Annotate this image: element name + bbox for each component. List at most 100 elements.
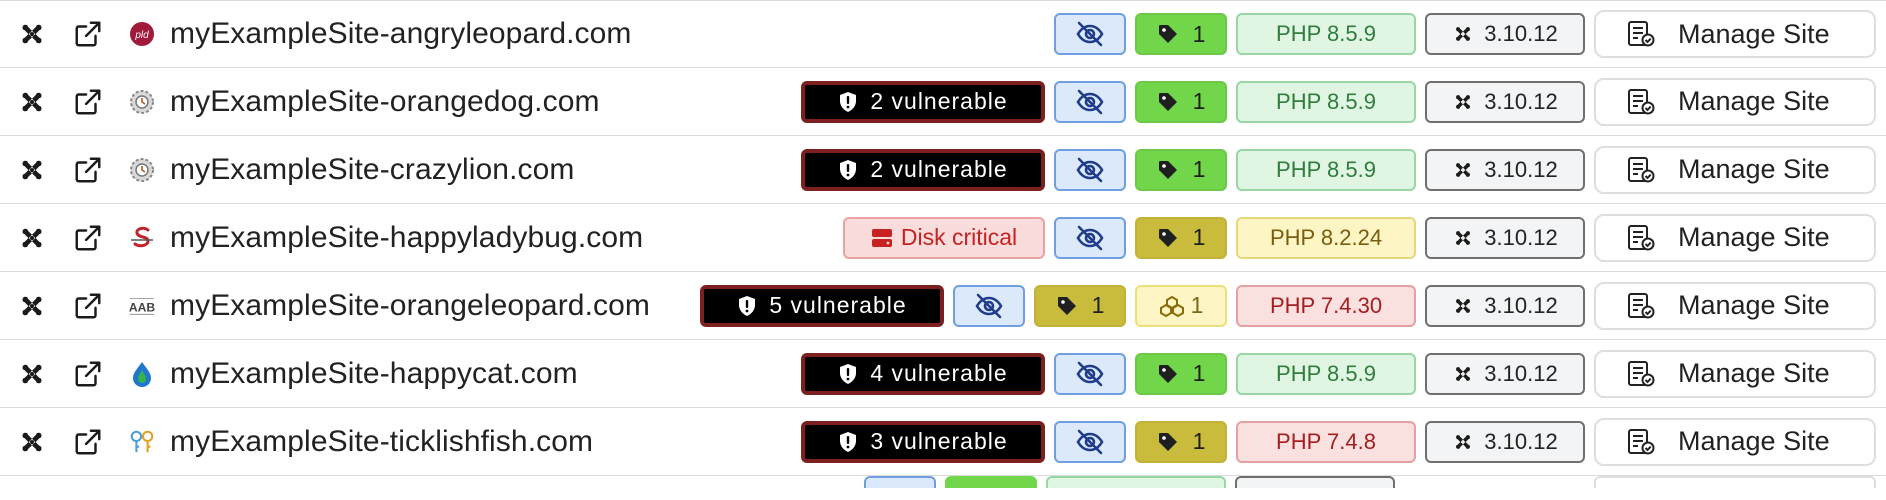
visibility-toggle[interactable]: [953, 284, 1025, 327]
manage-document-icon: [1626, 359, 1678, 389]
joomla-version-badge[interactable]: 3.10.12: [1425, 352, 1585, 395]
external-link-icon[interactable]: [72, 86, 104, 118]
eye-slash-icon: [1075, 157, 1105, 183]
visibility-toggle[interactable]: [1054, 80, 1126, 123]
manage-site-button-partial: [1594, 476, 1876, 488]
visibility-toggle[interactable]: [1054, 420, 1126, 463]
vulnerability-label: 5 vulnerable: [769, 292, 907, 318]
manage-site-button[interactable]: Manage Site: [1594, 349, 1876, 398]
joomla-version-badge[interactable]: 3.10.12: [1425, 13, 1585, 55]
manage-document-icon: [1626, 291, 1678, 321]
joomla-icon[interactable]: [16, 426, 48, 458]
manage-document-icon: [1626, 19, 1678, 49]
joomla-icon[interactable]: [16, 18, 48, 50]
site-badges: 1 PHP 8.5.9 3.10.12 Manage Site: [1045, 1, 1876, 67]
eye-slash-icon: [974, 293, 1004, 319]
php-version-badge[interactable]: PHP 8.5.9: [1236, 148, 1416, 191]
manage-site-button[interactable]: Manage Site: [1594, 281, 1876, 330]
external-link-icon[interactable]: [72, 154, 104, 186]
visibility-toggle[interactable]: [1054, 216, 1126, 259]
manage-site-button[interactable]: Manage Site: [1594, 145, 1876, 194]
tag-badge[interactable]: 1: [1135, 420, 1227, 463]
site-info: pld myExampleSite-angryleopard.com: [16, 1, 632, 67]
red-s-logo-icon: [128, 224, 156, 252]
joomla-version-label: 3.10.12: [1484, 88, 1558, 114]
site-name[interactable]: myExampleSite-happycat.com: [170, 357, 578, 391]
tag-badge[interactable]: 1: [1034, 284, 1126, 327]
site-info: myExampleSite-ticklishfish.com: [16, 408, 593, 475]
manage-site-label: Manage Site: [1678, 358, 1830, 388]
joomla-icon: [1452, 159, 1484, 181]
joomla-icon[interactable]: [16, 290, 48, 322]
shield-alert-icon: [838, 159, 870, 181]
eye-slash-icon: [1075, 89, 1105, 115]
php-version-badge[interactable]: PHP 8.5.9: [1236, 352, 1416, 395]
external-link-icon[interactable]: [72, 222, 104, 254]
visibility-toggle[interactable]: [1054, 148, 1126, 191]
php-version-badge[interactable]: PHP 7.4.8: [1236, 420, 1416, 463]
joomla-version-badge[interactable]: 3.10.12: [1425, 80, 1585, 123]
php-version-badge[interactable]: PHP 7.4.30: [1236, 284, 1416, 327]
vulnerability-badge[interactable]: 4 vulnerable: [801, 352, 1045, 395]
visibility-toggle[interactable]: [1054, 352, 1126, 395]
joomla-icon[interactable]: [16, 86, 48, 118]
joomla-version-label: 3.10.12: [1484, 224, 1558, 250]
external-link-icon[interactable]: [72, 426, 104, 458]
vulnerability-badge[interactable]: 3 vulnerable: [801, 420, 1045, 463]
joomla-version-badge[interactable]: 3.10.12: [1425, 284, 1585, 327]
disk-status-label: Disk critical: [900, 224, 1018, 250]
tag-icon: [1157, 363, 1193, 385]
joomla-icon: [1452, 363, 1484, 385]
manage-site-button[interactable]: Manage Site: [1594, 417, 1876, 466]
disk-status-badge[interactable]: Disk critical: [843, 216, 1045, 259]
joomla-version-badge-partial: [1235, 476, 1395, 488]
site-name[interactable]: myExampleSite-ticklishfish.com: [170, 425, 593, 459]
tag-count: 1: [1192, 428, 1206, 454]
site-name[interactable]: myExampleSite-orangedog.com: [170, 85, 600, 119]
site-row-partial: [0, 476, 1886, 496]
manage-site-button[interactable]: Manage Site: [1594, 77, 1876, 126]
visibility-toggle[interactable]: [1054, 13, 1126, 55]
extensions-badge[interactable]: 1: [1135, 284, 1227, 327]
site-name[interactable]: myExampleSite-crazylion.com: [170, 153, 574, 187]
joomla-version-badge[interactable]: 3.10.12: [1425, 420, 1585, 463]
joomla-version-label: 3.10.12: [1484, 292, 1558, 318]
joomla-version-badge[interactable]: 3.10.12: [1425, 148, 1585, 191]
site-name[interactable]: myExampleSite-happyladybug.com: [170, 221, 643, 255]
external-link-icon[interactable]: [72, 18, 104, 50]
joomla-icon[interactable]: [16, 154, 48, 186]
site-name[interactable]: myExampleSite-angryleopard.com: [170, 17, 632, 51]
extensions-count: 1: [1190, 292, 1204, 318]
manage-site-button[interactable]: Manage Site: [1594, 213, 1876, 262]
site-name[interactable]: myExampleSite-orangeleopard.com: [170, 289, 650, 323]
tag-badge[interactable]: 1: [1135, 148, 1227, 191]
php-version-badge[interactable]: PHP 8.5.9: [1236, 80, 1416, 123]
external-link-icon[interactable]: [72, 290, 104, 322]
manage-site-button[interactable]: Manage Site: [1594, 10, 1876, 58]
joomla-version-badge[interactable]: 3.10.12: [1425, 216, 1585, 259]
joomla-icon[interactable]: [16, 358, 48, 390]
site-badges: 5 vulnerable 1 1 PHP 7.4.30 3.10.12 Manage Si…: [691, 272, 1876, 339]
site-badges: 2 vulnerable 1 PHP 8.5.9 3.10.12 Manage Site: [792, 136, 1876, 203]
vulnerability-badge[interactable]: 2 vulnerable: [801, 148, 1045, 191]
vulnerability-badge[interactable]: 2 vulnerable: [801, 80, 1045, 123]
svg-text:AAB: AAB: [129, 300, 156, 314]
joomla-icon[interactable]: [16, 222, 48, 254]
site-badges: 3 vulnerable 1 PHP 7.4.8 3.10.12 Manage Site: [792, 408, 1876, 475]
tag-badge[interactable]: 1: [1135, 352, 1227, 395]
tag-icon: [1056, 295, 1092, 317]
tag-badge[interactable]: 1: [1135, 216, 1227, 259]
vulnerability-label: 3 vulnerable: [870, 428, 1008, 454]
php-version-badge[interactable]: PHP 8.5.9: [1236, 13, 1416, 55]
php-version-badge[interactable]: PHP 8.2.24: [1236, 216, 1416, 259]
tag-badge[interactable]: 1: [1135, 13, 1227, 55]
tag-count: 1: [1192, 156, 1206, 182]
tag-badge[interactable]: 1: [1135, 80, 1227, 123]
joomla-icon: [1452, 23, 1484, 45]
tag-count: 1: [1192, 88, 1206, 114]
tag-icon: [1157, 159, 1193, 181]
vulnerability-badge[interactable]: 5 vulnerable: [700, 284, 944, 327]
gear-badge-icon: [128, 156, 156, 184]
external-link-icon[interactable]: [72, 358, 104, 390]
manage-document-icon: [1626, 87, 1678, 117]
